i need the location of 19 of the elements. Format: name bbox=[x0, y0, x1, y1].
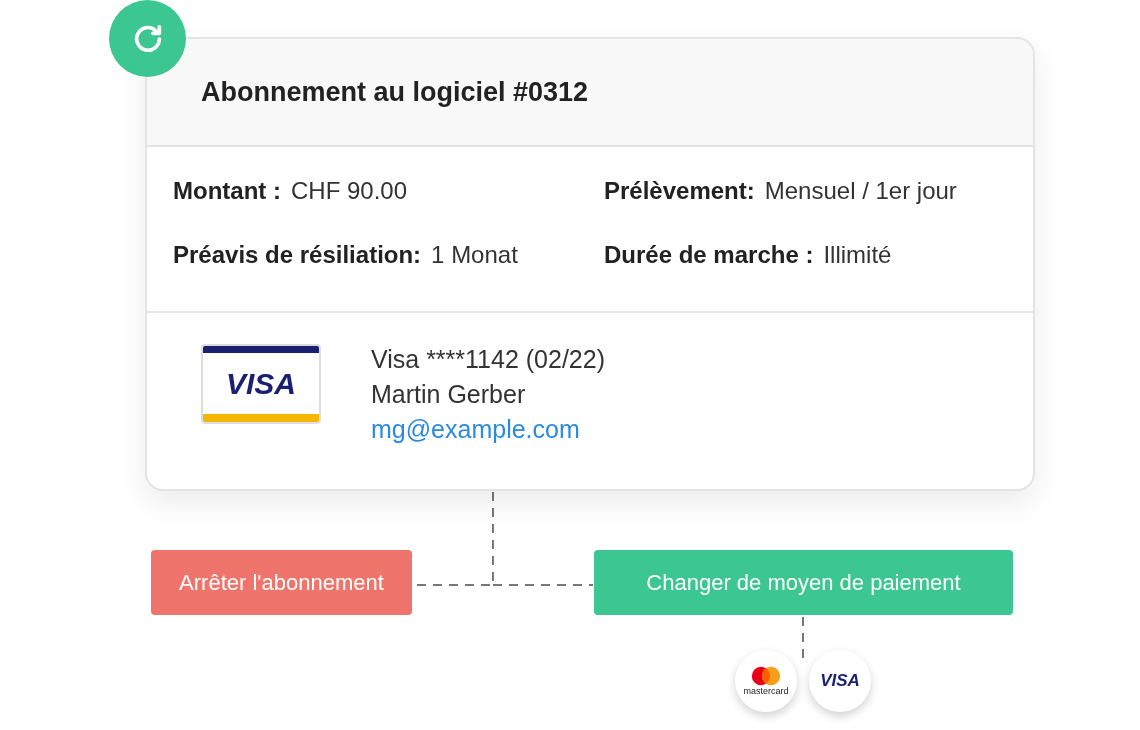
detail-value: Illimité bbox=[823, 240, 892, 270]
email-link[interactable]: mg@example.com bbox=[371, 412, 605, 447]
detail-label: Préavis de résiliation: bbox=[173, 240, 422, 270]
visa-logo: VISA bbox=[809, 650, 871, 712]
stop-subscription-button[interactable]: Arrêter l'abonnement bbox=[151, 550, 412, 615]
connector-line bbox=[802, 616, 804, 661]
card-brand-label: mastercard bbox=[743, 685, 789, 697]
detail-value: Mensuel / 1er jour bbox=[764, 176, 957, 206]
detail-label: Montant : bbox=[173, 176, 281, 206]
detail-value: 1 Monat bbox=[431, 240, 518, 270]
subscription-title: Abonnement au logiciel #0312 bbox=[201, 75, 589, 109]
card-number: Visa ****1142 (02/22) bbox=[371, 344, 605, 375]
detail-label: Prélèvement: bbox=[604, 176, 755, 206]
card-brand-label: VISA bbox=[226, 366, 296, 402]
detail-label: Durée de marche : bbox=[604, 240, 814, 270]
cardholder-name: Martin Gerber bbox=[371, 379, 527, 410]
detail-value: CHF 90.00 bbox=[290, 176, 408, 206]
change-payment-button[interactable]: Changer de moyen de paiement bbox=[594, 550, 1013, 615]
overlapping-circles-icon bbox=[750, 665, 782, 686]
